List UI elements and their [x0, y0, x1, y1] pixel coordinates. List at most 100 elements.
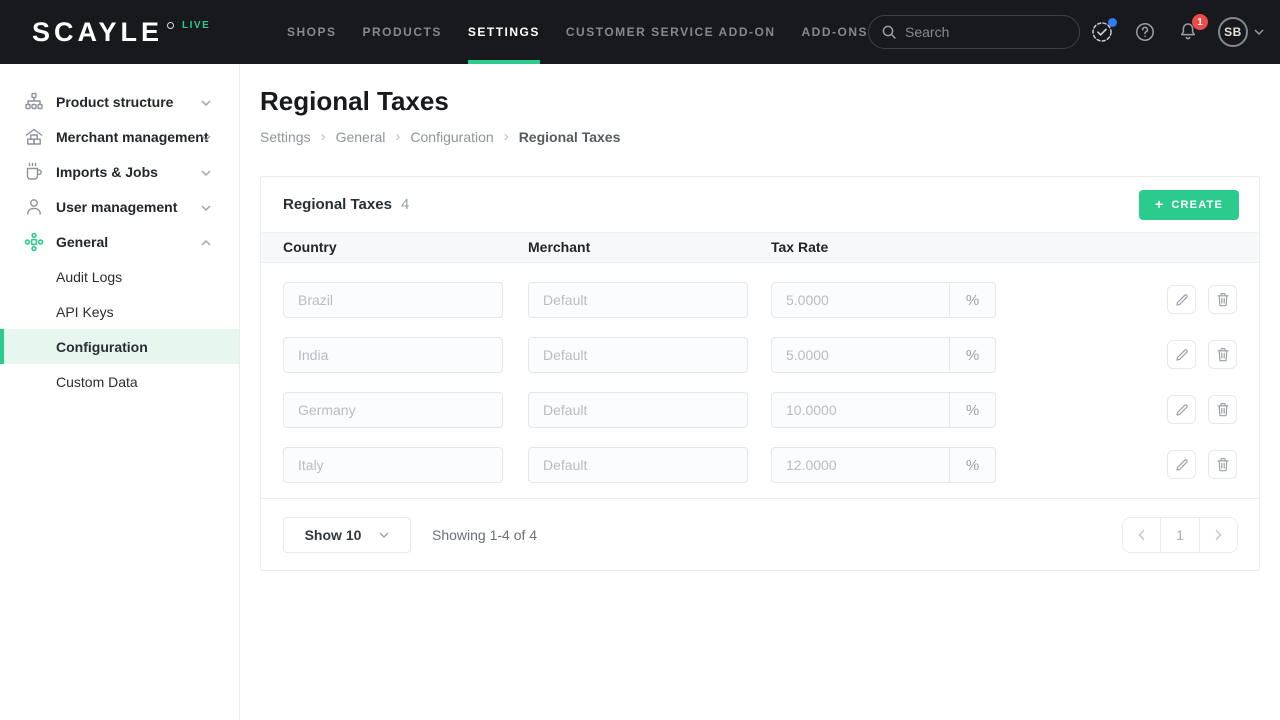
- sidebar: Product structure Merchant management: [0, 64, 240, 720]
- logo-circle-icon: [167, 22, 174, 29]
- delete-button[interactable]: [1208, 450, 1237, 479]
- sitemap-icon: [24, 92, 44, 112]
- pencil-icon: [1175, 348, 1189, 362]
- breadcrumb: Settings › General › Configuration › Reg…: [260, 128, 620, 145]
- breadcrumb-general[interactable]: General: [336, 129, 386, 145]
- prev-page-button[interactable]: [1123, 518, 1160, 552]
- avatar: SB: [1218, 17, 1248, 47]
- column-header-tax-rate: Tax Rate: [771, 233, 828, 262]
- sidebar-item-user-management[interactable]: User management: [0, 189, 239, 224]
- column-header-country: Country: [283, 233, 337, 262]
- logo-text: SCAYLE: [32, 17, 163, 48]
- tax-rate-field[interactable]: 12.0000 %: [771, 447, 996, 483]
- nodes-icon: [24, 232, 44, 252]
- nav-item-products[interactable]: PRODUCTS: [363, 0, 442, 64]
- nav-item-customer-service-add-on[interactable]: CUSTOMER SERVICE ADD-ON: [566, 0, 776, 64]
- sidebar-item-configuration[interactable]: Configuration: [0, 329, 239, 364]
- breadcrumb-separator-icon: ›: [504, 128, 509, 145]
- chevron-down-icon: [201, 93, 211, 111]
- sidebar-item-imports-jobs[interactable]: Imports & Jobs: [0, 154, 239, 189]
- table-row: India Default 5.0000 %: [261, 318, 1259, 373]
- help-button[interactable]: [1132, 19, 1158, 45]
- sidebar-item-api-keys[interactable]: API Keys: [0, 294, 239, 329]
- tax-rate-value: 10.0000: [772, 402, 949, 418]
- breadcrumb-settings[interactable]: Settings: [260, 129, 311, 145]
- edit-button[interactable]: [1167, 450, 1196, 479]
- merchant-field[interactable]: Default: [528, 337, 748, 373]
- merchant-field[interactable]: Default: [528, 282, 748, 318]
- country-field[interactable]: India: [283, 337, 503, 373]
- create-button[interactable]: + CREATE: [1139, 190, 1239, 220]
- breadcrumb-configuration[interactable]: Configuration: [410, 129, 493, 145]
- breadcrumb-separator-icon: ›: [321, 128, 326, 145]
- warehouse-icon: [24, 127, 44, 147]
- chevron-right-icon: [1214, 529, 1222, 541]
- trash-icon: [1216, 457, 1230, 472]
- page-number-button[interactable]: 1: [1160, 518, 1198, 552]
- nav-item-shops[interactable]: SHOPS: [287, 0, 337, 64]
- sidebar-item-label: Product structure: [56, 94, 173, 110]
- search-input[interactable]: [905, 24, 1065, 40]
- country-field[interactable]: Brazil: [283, 282, 503, 318]
- top-navbar: SCAYLE LIVE SHOPS PRODUCTS SETTINGS CUST…: [0, 0, 1280, 64]
- percent-suffix: %: [949, 283, 995, 317]
- percent-suffix: %: [949, 393, 995, 427]
- current-page-number: 1: [1176, 527, 1184, 543]
- tax-rate-field[interactable]: 5.0000 %: [771, 337, 996, 373]
- pencil-icon: [1175, 293, 1189, 307]
- create-button-label: CREATE: [1171, 199, 1223, 211]
- record-count: 4: [401, 196, 409, 213]
- country-field[interactable]: Italy: [283, 447, 503, 483]
- next-page-button[interactable]: [1199, 518, 1237, 552]
- environment-badge: LIVE: [182, 20, 210, 31]
- sidebar-item-audit-logs[interactable]: Audit Logs: [0, 259, 239, 294]
- sidebar-item-label: Merchant management: [56, 129, 208, 145]
- delete-button[interactable]: [1208, 285, 1237, 314]
- edit-button[interactable]: [1167, 340, 1196, 369]
- logo[interactable]: SCAYLE LIVE: [32, 0, 210, 64]
- merchant-field[interactable]: Default: [528, 392, 748, 428]
- pencil-icon: [1175, 458, 1189, 472]
- table-row: Brazil Default 5.0000 %: [261, 263, 1259, 318]
- table-row: Italy Default 12.0000 %: [261, 428, 1259, 483]
- edit-button[interactable]: [1167, 395, 1196, 424]
- sidebar-item-label: Imports & Jobs: [56, 164, 158, 180]
- nav-item-settings[interactable]: SETTINGS: [468, 0, 540, 64]
- delete-button[interactable]: [1208, 340, 1237, 369]
- global-search[interactable]: [868, 15, 1080, 49]
- tax-rate-field[interactable]: 5.0000 %: [771, 282, 996, 318]
- sidebar-item-custom-data[interactable]: Custom Data: [0, 364, 239, 399]
- tax-rate-value: 5.0000: [772, 347, 949, 363]
- merchant-field[interactable]: Default: [528, 447, 748, 483]
- tax-rate-field[interactable]: 10.0000 %: [771, 392, 996, 428]
- help-icon: [1134, 21, 1156, 43]
- chevron-down-icon: [201, 198, 211, 216]
- main-navigation: SHOPS PRODUCTS SETTINGS CUSTOMER SERVICE…: [287, 0, 868, 64]
- breadcrumb-current: Regional Taxes: [519, 129, 621, 145]
- page-size-select[interactable]: Show 10: [283, 517, 411, 553]
- user-menu[interactable]: SB: [1218, 17, 1264, 47]
- country-field[interactable]: Germany: [283, 392, 503, 428]
- sidebar-item-merchant-management[interactable]: Merchant management: [0, 119, 239, 154]
- status-indicator-dot: [1108, 18, 1117, 27]
- column-header-merchant: Merchant: [528, 233, 590, 262]
- sidebar-item-general[interactable]: General: [0, 224, 239, 259]
- page-title: Regional Taxes: [260, 86, 449, 117]
- pencil-icon: [1175, 403, 1189, 417]
- showing-range-text: Showing 1-4 of 4: [432, 527, 537, 543]
- delete-button[interactable]: [1208, 395, 1237, 424]
- card-title: Regional Taxes: [283, 196, 392, 213]
- chevron-up-icon: [201, 233, 211, 251]
- regional-taxes-card: Regional Taxes 4 + CREATE Country Mercha…: [260, 176, 1260, 571]
- system-status-button[interactable]: [1089, 19, 1115, 45]
- plus-icon: +: [1155, 196, 1164, 212]
- sidebar-item-product-structure[interactable]: Product structure: [0, 84, 239, 119]
- notifications-button[interactable]: 1: [1175, 19, 1201, 45]
- chevron-left-icon: [1138, 529, 1146, 541]
- sidebar-item-label: User management: [56, 199, 177, 215]
- nav-item-add-ons[interactable]: ADD-ONS: [802, 0, 869, 64]
- card-header: Regional Taxes 4 + CREATE: [261, 177, 1259, 232]
- edit-button[interactable]: [1167, 285, 1196, 314]
- breadcrumb-separator-icon: ›: [395, 128, 400, 145]
- card-footer: Show 10 Showing 1-4 of 4 1: [261, 498, 1259, 570]
